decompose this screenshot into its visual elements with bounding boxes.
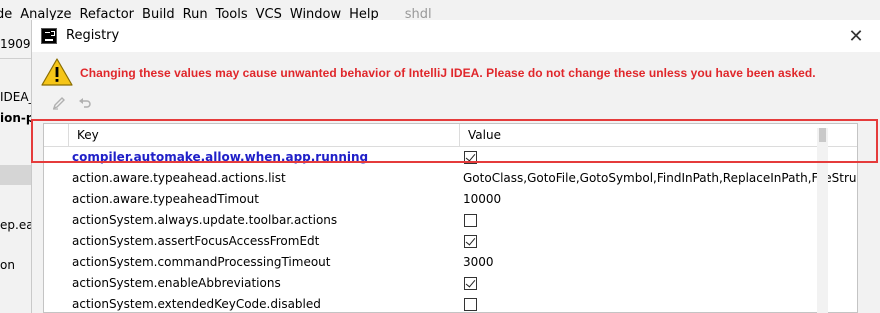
- warning-icon: [41, 58, 73, 86]
- registry-value[interactable]: GotoClass,GotoFile,GotoSymbol,FindInPath…: [463, 168, 857, 189]
- ide-background-panel: 19090 IDEA_ ion-pa ep.ear on: [0, 28, 31, 313]
- table-body: compiler.automake.allow.when.app.running…: [44, 147, 857, 312]
- close-icon: ✕: [848, 25, 864, 47]
- registry-key: actionSystem.extendedKeyCode.disabled: [72, 297, 321, 311]
- value-checkbox[interactable]: [464, 151, 477, 164]
- registry-key: compiler.automake.allow.when.app.running: [72, 150, 369, 164]
- registry-table: Key Value compiler.automake.allow.when.a…: [43, 123, 858, 313]
- table-row[interactable]: actionSystem.commandProcessingTimeout 30…: [44, 252, 857, 273]
- registry-key: actionSystem.always.update.toolbar.actio…: [72, 213, 338, 227]
- intellij-app-icon: [41, 28, 57, 44]
- value-checkbox[interactable]: [464, 235, 477, 248]
- table-row[interactable]: actionSystem.assertFocusAccessFromEdt: [44, 231, 857, 252]
- ide-fragment: IDEA_: [0, 90, 31, 104]
- registry-key: actionSystem.enableAbbreviations: [72, 276, 281, 290]
- revert-button[interactable]: [76, 94, 94, 112]
- registry-key: actionSystem.assertFocusAccessFromEdt: [72, 234, 320, 248]
- table-row[interactable]: action.aware.typeahead.actions.list Goto…: [44, 168, 857, 189]
- value-checkbox[interactable]: [464, 277, 477, 290]
- table-row[interactable]: action.aware.typeaheadTimout 10000: [44, 189, 857, 210]
- warning-banner: Changing these values may cause unwanted…: [32, 52, 880, 92]
- ide-fragment: 19090: [0, 37, 31, 51]
- pencil-icon: [52, 97, 65, 110]
- ide-fragment: ep.ear: [0, 218, 31, 232]
- registry-key: actionSystem.commandProcessingTimeout: [72, 255, 331, 269]
- column-header-value[interactable]: Value: [460, 124, 857, 147]
- menu-item-code[interactable]: de: [0, 7, 12, 22]
- table-scrollbar[interactable]: [817, 128, 828, 313]
- ide-fragment: on: [0, 258, 15, 272]
- edit-button[interactable]: [50, 94, 68, 112]
- divider: [0, 58, 31, 59]
- dialog-title: Registry: [66, 28, 120, 43]
- table-row[interactable]: actionSystem.always.update.toolbar.actio…: [44, 210, 857, 231]
- undo-icon: [79, 98, 91, 108]
- table-row[interactable]: compiler.automake.allow.when.app.running: [44, 147, 857, 168]
- registry-value[interactable]: 10000: [463, 189, 857, 210]
- dialog-titlebar[interactable]: Registry ✕: [32, 20, 880, 52]
- table-row[interactable]: actionSystem.enableAbbreviations: [44, 273, 857, 294]
- registry-key: action.aware.typeaheadTimout: [72, 192, 259, 206]
- value-checkbox[interactable]: [464, 214, 477, 227]
- registry-dialog: Registry ✕ Changing these values may cau…: [31, 20, 880, 313]
- warning-message: Changing these values may cause unwanted…: [80, 66, 816, 80]
- scrollbar-thumb[interactable]: [819, 128, 826, 142]
- value-checkbox[interactable]: [464, 298, 477, 311]
- registry-key: action.aware.typeahead.actions.list: [72, 171, 286, 185]
- table-header: Key Value: [44, 124, 857, 147]
- ide-fragment: ion-pa: [0, 111, 31, 125]
- column-header-key[interactable]: Key: [68, 124, 460, 147]
- close-button[interactable]: ✕: [845, 25, 867, 47]
- selected-tree-item[interactable]: [0, 165, 31, 185]
- table-row[interactable]: actionSystem.extendedKeyCode.disabled: [44, 294, 857, 312]
- registry-value[interactable]: 3000: [463, 252, 857, 273]
- registry-toolbar: [32, 94, 132, 114]
